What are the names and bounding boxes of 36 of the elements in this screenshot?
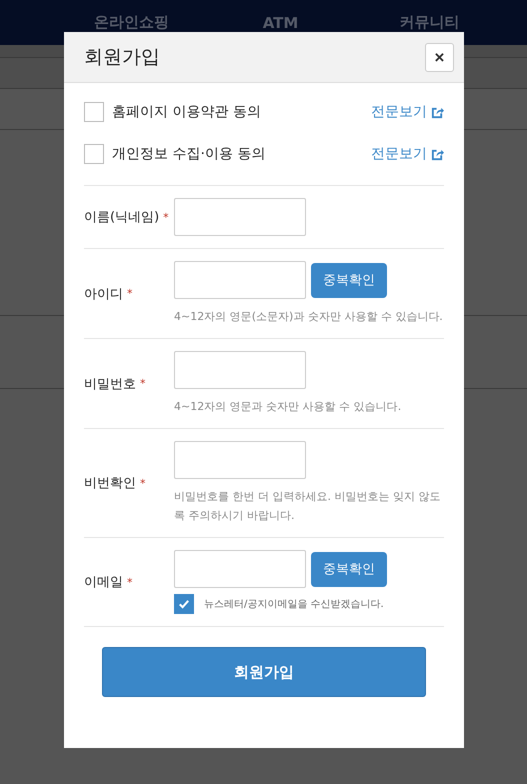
check-duplicate-button[interactable]: 중복확인	[311, 552, 387, 586]
field-label: 이름(닉네임)	[84, 209, 160, 226]
input-field[interactable]	[174, 261, 306, 299]
field-label: 아이디	[84, 286, 123, 302]
required-mark: *	[140, 476, 146, 490]
agreement-label: 개인정보 수집·이용 동의	[112, 145, 266, 163]
newsletter-label: 뉴스레터/공지이메일을 수신받겠습니다.	[204, 598, 384, 611]
external-link-icon	[431, 106, 444, 118]
input-field[interactable]	[174, 550, 306, 588]
signup-button[interactable]: 회원가입	[102, 647, 426, 697]
dialog-title: 회원가입	[84, 45, 160, 70]
help-text: 4~12자의 영문(소문자)과 숫자만 사용할 수 있습니다.	[174, 309, 444, 325]
field-label: 비밀번호	[84, 376, 136, 392]
required-mark: *	[127, 287, 132, 300]
required-mark: *	[127, 576, 132, 588]
help-text: 비밀번호를 한번 더 입력하세요. 비밀번호는 잊지 않도록 주의하시기 바랍니다.	[174, 489, 442, 524]
required-mark: *	[140, 377, 146, 390]
external-link-icon	[431, 148, 444, 160]
checkbox[interactable]	[84, 102, 104, 122]
check-duplicate-button[interactable]: 중복확인	[311, 262, 387, 298]
checkbox[interactable]	[174, 594, 194, 614]
input-field[interactable]	[174, 198, 306, 236]
required-mark: *	[163, 210, 169, 224]
field-label: 이메일	[84, 574, 123, 591]
input-field[interactable]	[174, 441, 306, 479]
help-text: 4~12자의 영문과 숫자만 사용할 수 있습니다.	[174, 399, 402, 415]
view-full-link[interactable]: 전문보기	[371, 145, 427, 163]
nav-link[interactable]: 온라인쇼핑	[94, 13, 169, 32]
close-button[interactable]: ×	[425, 42, 454, 72]
input-field[interactable]	[174, 351, 306, 389]
nav-link[interactable]: ATM	[262, 14, 298, 32]
nav-link[interactable]: 커뮤니티	[400, 13, 460, 32]
view-full-link[interactable]: 전문보기	[371, 103, 427, 121]
field-label: 비번확인	[84, 475, 136, 492]
agreement-label: 홈페이지 이용약관 동의	[112, 103, 262, 121]
checkbox[interactable]	[84, 144, 104, 164]
